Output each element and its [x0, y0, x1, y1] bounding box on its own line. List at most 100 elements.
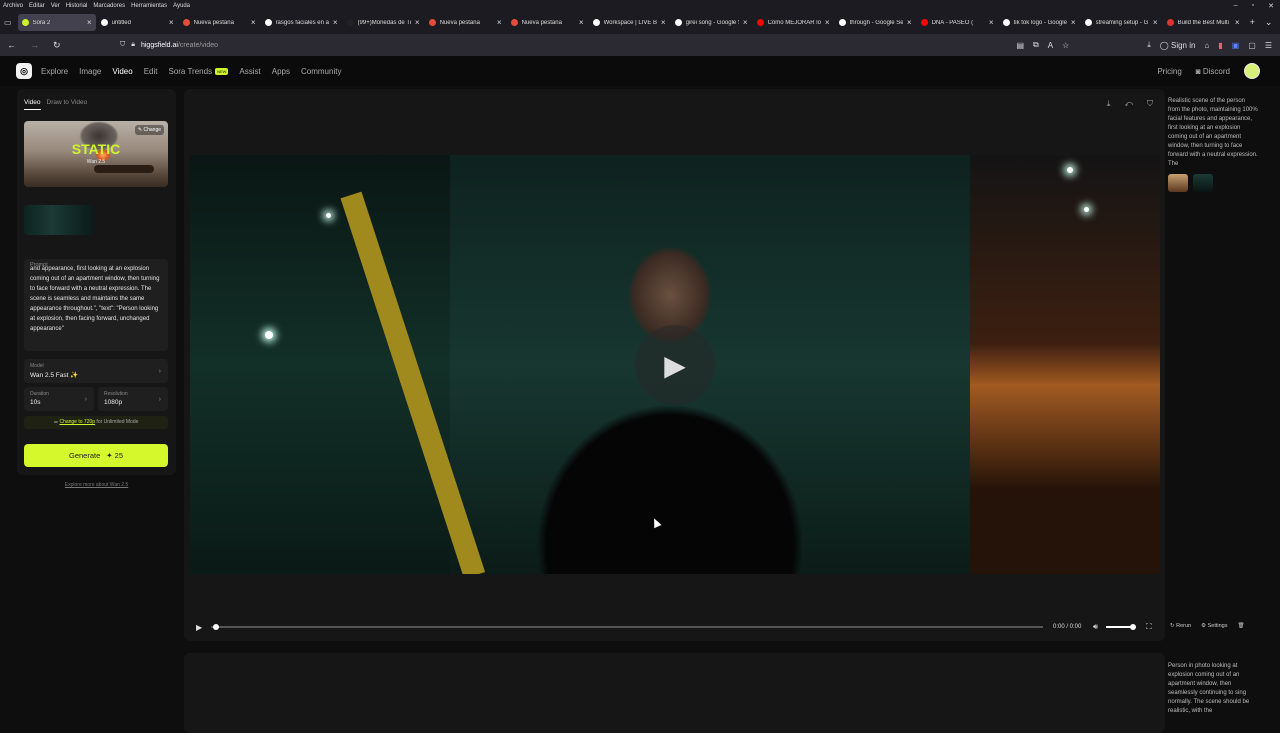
generate-button[interactable]: Generate ✦ 25 — [24, 444, 168, 467]
volume-knob[interactable] — [1130, 624, 1136, 630]
nav-explore[interactable]: Explore — [41, 67, 68, 76]
prompt-text[interactable]: and appearance, first looking at an expl… — [30, 264, 162, 334]
browser-tab[interactable]: Build the Best Multi × — [1163, 14, 1244, 31]
forward-icon[interactable]: → — [30, 40, 39, 51]
minimize-icon[interactable]: – — [1234, 2, 1238, 10]
back-icon[interactable]: ← — [7, 40, 16, 51]
menu-herramientas[interactable]: Herramientas — [131, 3, 167, 9]
menu-ayuda[interactable]: Ayuda — [173, 3, 190, 9]
reference-thumbnail[interactable] — [1168, 174, 1188, 192]
nav-pricing[interactable]: Pricing — [1157, 67, 1181, 76]
change-button[interactable]: ✎ Change — [134, 125, 164, 135]
close-tab-icon[interactable]: × — [87, 18, 92, 27]
change-to-720p-link[interactable]: Change to 720p — [59, 419, 95, 425]
close-tab-icon[interactable]: × — [251, 18, 256, 27]
close-tab-icon[interactable]: × — [825, 18, 830, 27]
browser-tab[interactable]: Nueva pestaña × — [425, 14, 506, 31]
nav-video[interactable]: Video — [112, 67, 132, 76]
reference-thumbnail[interactable] — [1193, 174, 1213, 192]
extensions-icon[interactable]: ⌂ — [1204, 41, 1209, 50]
browser-tab[interactable]: rasgos faciales en ai × — [261, 14, 342, 31]
duration-selector[interactable]: Duration 10s › — [24, 387, 94, 411]
nav-assist[interactable]: Assist — [239, 67, 260, 76]
close-tab-icon[interactable]: × — [661, 18, 666, 27]
explore-more-link[interactable]: Explore more about Wan 2.5 — [17, 482, 176, 488]
app-menu-icon[interactable]: ☰ — [1265, 41, 1272, 50]
resolution-selector[interactable]: Resolution 1080p › — [98, 387, 168, 411]
browser-tab[interactable]: tik tok logo - Google × — [999, 14, 1080, 31]
sign-in-button[interactable]: ◯ Sign in — [1160, 41, 1196, 50]
bookmark-icon[interactable]: ⛉ — [1147, 99, 1153, 109]
close-tab-icon[interactable]: × — [989, 18, 994, 27]
nav-image[interactable]: Image — [79, 67, 101, 76]
browser-tab[interactable]: (99+)Monedas de TikTo × — [343, 14, 424, 31]
menu-editar[interactable]: Editar — [29, 3, 45, 9]
download-icon[interactable]: ⤓ — [1107, 99, 1111, 109]
trash-icon[interactable]: 🗑︎ — [1237, 623, 1244, 629]
tab-list-icon[interactable]: ▭ — [4, 18, 12, 27]
menu-marcadores[interactable]: Marcadores — [93, 3, 125, 9]
browser-tab[interactable]: Sora 2 × — [17, 14, 96, 31]
browser-tab[interactable]: through - Google Se × — [835, 14, 916, 31]
nav-discord[interactable]: ◙ Discord — [1196, 67, 1230, 76]
nav-edit[interactable]: Edit — [144, 67, 158, 76]
translate-icon[interactable]: A — [1048, 41, 1053, 50]
close-tab-icon[interactable]: × — [579, 18, 584, 27]
extension-3-icon[interactable]: ▢ — [1248, 41, 1256, 50]
menu-historial[interactable]: Historial — [66, 3, 88, 9]
seek-bar[interactable] — [211, 626, 1043, 628]
tab-draw-to-video[interactable]: Draw to Video — [47, 99, 88, 110]
settings-button[interactable]: ⚙ Settings — [1201, 623, 1227, 629]
prompt-field[interactable]: Prompt and appearance, first looking at … — [24, 259, 168, 351]
close-tab-icon[interactable]: × — [1071, 18, 1076, 27]
star-icon[interactable]: ☆ — [1062, 41, 1069, 50]
maximize-icon[interactable]: ▫ — [1252, 2, 1254, 10]
reader-icon[interactable]: ▤ — [1016, 41, 1024, 50]
browser-tab[interactable]: Cómo MEJORAR lo × — [753, 14, 834, 31]
close-tab-icon[interactable]: × — [1153, 18, 1158, 27]
nav-community[interactable]: Community — [301, 67, 341, 76]
address-field[interactable]: ⛉ 🔒︎ higgsfield.ai/create/video — [120, 41, 218, 49]
extension-2-icon[interactable]: ▣ — [1232, 41, 1240, 50]
browser-tab[interactable]: Nueva pestaña × — [507, 14, 588, 31]
shield-icon[interactable]: ⛉ — [120, 41, 125, 49]
menu-archivo[interactable]: Archivo — [3, 3, 23, 9]
model-selector[interactable]: Model Wan 2.5 Fast ✨ › — [24, 359, 168, 383]
new-tab-icon[interactable]: + — [1250, 17, 1255, 28]
input-image-thumbnail[interactable] — [24, 205, 94, 235]
close-tab-icon[interactable]: × — [743, 18, 748, 27]
play-overlay-button[interactable]: ▶ — [635, 325, 715, 405]
higgsfield-logo[interactable]: ◎ — [16, 63, 32, 79]
browser-tab[interactable]: DNA - PASEO (× — [917, 14, 998, 31]
browser-tab[interactable]: girei song - Google S × — [671, 14, 752, 31]
seek-knob[interactable] — [213, 624, 219, 630]
rerun-button[interactable]: ↻ Rerun — [1170, 623, 1191, 629]
close-tab-icon[interactable]: × — [169, 18, 174, 27]
play-icon[interactable]: ▶ — [196, 623, 202, 632]
tab-overflow-chevron-icon[interactable]: ⌄ — [1265, 17, 1273, 28]
browser-tab[interactable]: Nueva pestaña × — [179, 14, 260, 31]
nav-sora-trends[interactable]: Sora Trends NEW — [168, 67, 229, 76]
download-icon[interactable]: ⤓ — [1147, 40, 1151, 50]
browser-tab[interactable]: untitled × — [97, 14, 178, 31]
tab-video[interactable]: Video — [24, 99, 41, 110]
browser-tab[interactable]: streaming setup - G × — [1081, 14, 1162, 31]
reuse-icon[interactable]: ⤺ — [1124, 99, 1133, 109]
close-tab-icon[interactable]: × — [1235, 18, 1240, 27]
volume-icon[interactable]: 🔊︎ — [1093, 622, 1098, 632]
screenshot-icon[interactable]: ⧉ — [1033, 40, 1039, 50]
preset-thumbnail[interactable]: STATIC Wan 2.5 ✎ Change — [24, 121, 168, 187]
close-tab-icon[interactable]: × — [415, 18, 420, 27]
browser-tab[interactable]: Workspace | LIVE Bui × — [589, 14, 670, 31]
reload-icon[interactable]: ↻ — [53, 40, 61, 51]
avatar[interactable] — [1244, 63, 1260, 79]
extension-1-icon[interactable]: ▮ — [1218, 41, 1222, 50]
close-tab-icon[interactable]: × — [497, 18, 502, 27]
nav-apps[interactable]: Apps — [272, 67, 290, 76]
close-tab-icon[interactable]: × — [907, 18, 912, 27]
fullscreen-icon[interactable]: ⛶ — [1146, 622, 1152, 632]
menu-ver[interactable]: Ver — [51, 3, 60, 9]
close-tab-icon[interactable]: × — [333, 18, 338, 27]
close-window-icon[interactable]: ✕ — [1268, 2, 1274, 10]
video-player[interactable]: ▶ — [190, 155, 1160, 574]
